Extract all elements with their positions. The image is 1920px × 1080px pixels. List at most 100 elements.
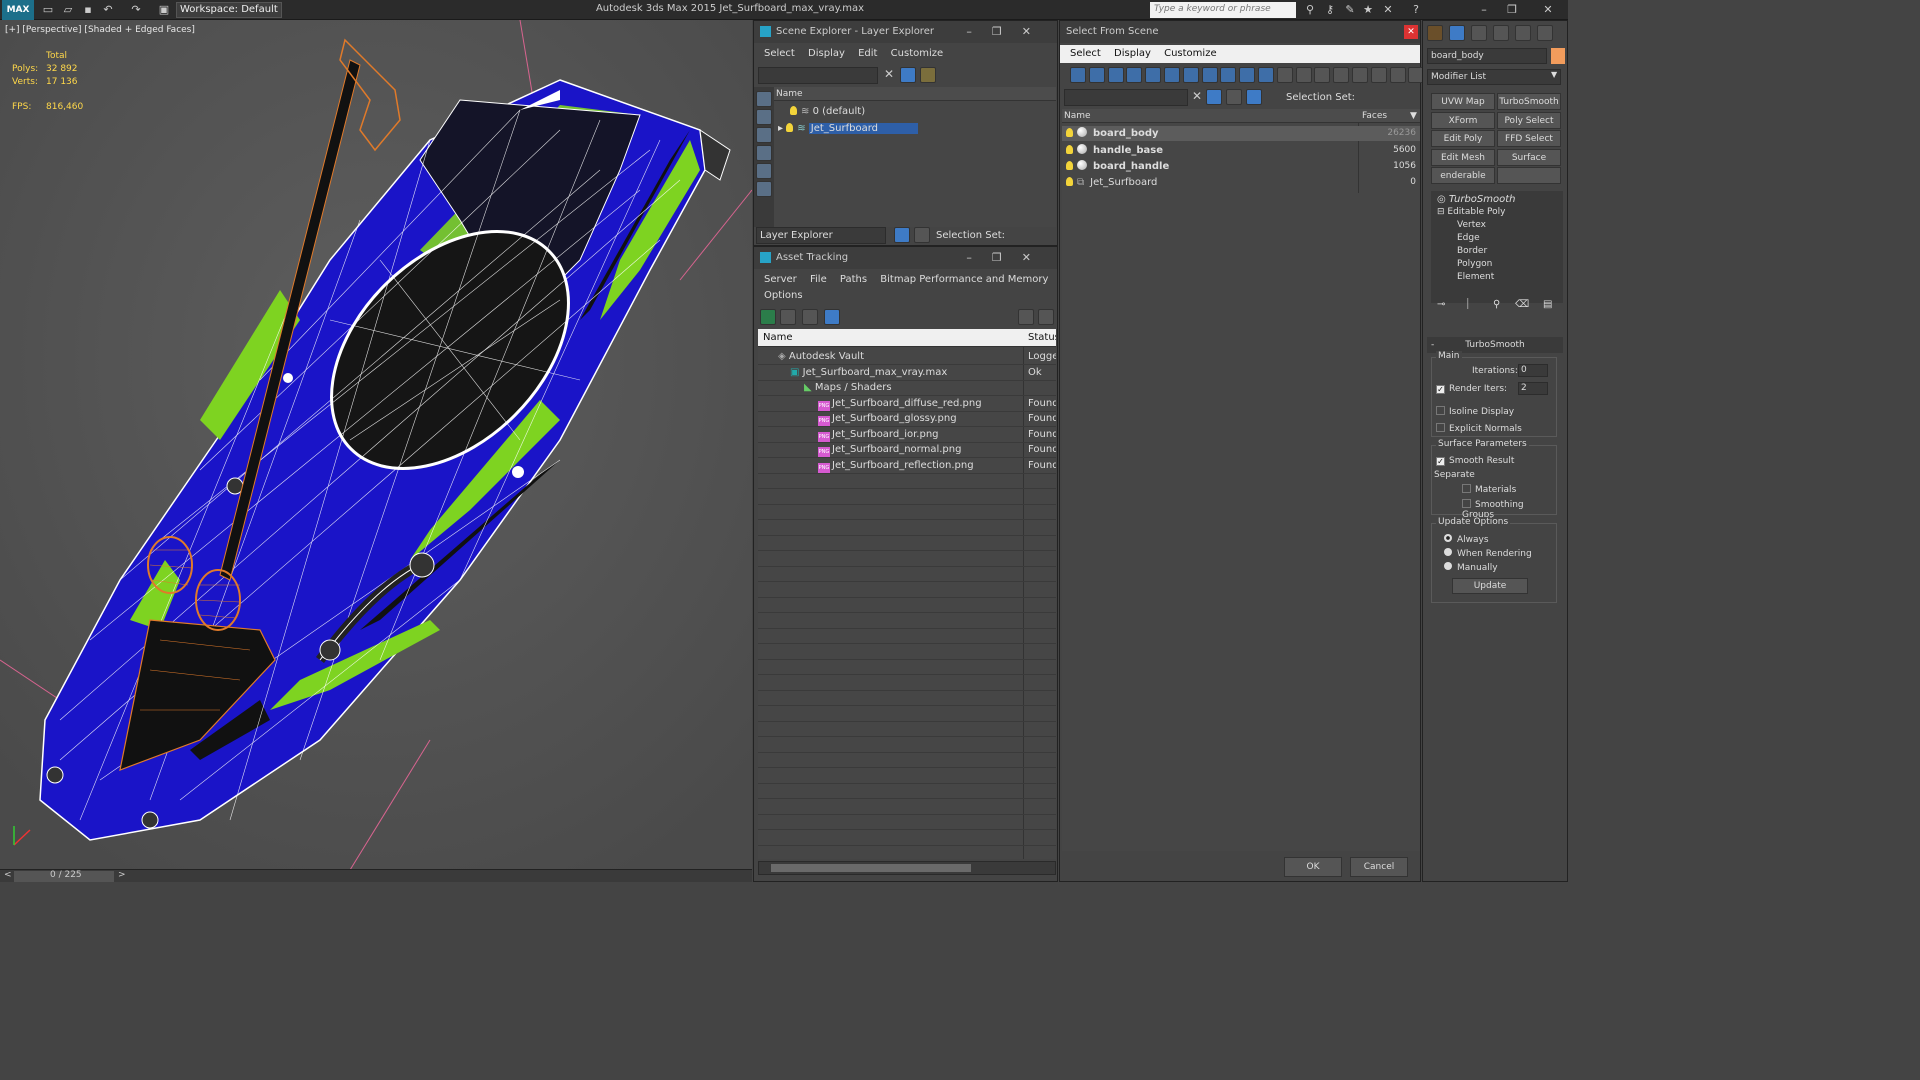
at-menu-server[interactable]: Server [764,274,797,285]
rollout-collapse-icon[interactable]: - [1431,337,1434,353]
at-col-status[interactable]: Status [1028,329,1056,347]
stack-element[interactable]: Element [1431,270,1563,285]
sfs-filter-icon-3[interactable] [1107,67,1124,83]
cancel-button[interactable]: Cancel [1350,857,1408,877]
pin-stack-icon[interactable]: ⊸ [1437,299,1445,310]
sfs-row-board-handle[interactable]: board_handle 1056 [1062,159,1420,174]
help-icon[interactable]: ? [1408,2,1424,17]
se-layer-icon[interactable] [920,67,936,83]
dropdown-arrow-icon[interactable]: ▼ [1551,70,1557,79]
always-radio[interactable]: Always [1444,534,1489,545]
close-icon[interactable]: ✕ [1540,2,1556,17]
star-icon[interactable]: ★ [1360,2,1376,17]
scene-explorer-window-buttons[interactable]: –❐✕ [966,25,1051,38]
sfs-col-name[interactable]: Name [1064,109,1091,123]
isoline-checkbox[interactable]: Isoline Display [1436,406,1514,417]
collapse-icon[interactable]: ⊟ [1437,207,1447,217]
exchange-icon[interactable]: ✕ [1380,2,1396,17]
sfs-filter-icon-14[interactable] [1314,67,1331,83]
expand-icon[interactable]: ▸ [778,123,786,134]
materials-checkbox[interactable]: Materials [1462,484,1516,495]
se-tool-icon-4[interactable] [756,145,772,161]
modify-tab-icon[interactable] [1449,25,1465,41]
modifier-button-10[interactable] [1497,167,1561,184]
sfs-filter-icon-9[interactable] [1220,67,1237,83]
save-icon[interactable]: ▪ [80,2,96,17]
sfs-row-handle-base[interactable]: handle_base 5600 [1062,143,1420,158]
modifier-button-9[interactable]: enderable Splin [1431,167,1495,184]
at-menu-file[interactable]: File [810,274,827,285]
sfs-filter-icon-10[interactable] [1239,67,1256,83]
sfs-filter-icon-13[interactable] [1295,67,1312,83]
se-menu-customize[interactable]: Customize [891,48,944,59]
table-row[interactable]: PNG Jet_Surfboard_ior.png Found [758,427,1056,442]
se-menu-select[interactable]: Select [764,48,795,59]
at-help-icon[interactable] [1018,309,1034,325]
se-tool-icon-3[interactable] [756,127,772,143]
se-filter-icon[interactable] [900,67,916,83]
se-col-name[interactable]: Name [774,87,1056,101]
utilities-tab-icon[interactable] [1537,25,1553,41]
sfs-row-jet-surfboard[interactable]: ⧉ Jet_Surfboard 0 [1062,175,1420,190]
modifier-list-dropdown[interactable]: Modifier List [1427,69,1561,85]
render-iters-checkbox[interactable]: ✓ Render Iters: [1436,384,1507,394]
detail-icon[interactable] [802,309,818,325]
viewport-label[interactable]: [+] [Perspective] [Shaded + Edged Faces] [5,25,195,35]
show-end-result-icon[interactable]: ⏐ [1465,299,1471,310]
make-unique-icon[interactable]: ⚲ [1493,299,1500,310]
sfs-menu-select[interactable]: Select [1070,48,1101,59]
checkbox-icon[interactable]: ✓ [1436,457,1445,466]
se-row-jet-surfboard[interactable]: ▸ ≋ Jet_Surfboard [774,121,1056,136]
sfs-filter-icon-8[interactable] [1201,67,1218,83]
sfs-filter-icon-6[interactable] [1164,67,1180,83]
display-tab-icon[interactable] [1515,25,1531,41]
sfs-search-input[interactable] [1064,89,1188,106]
at-help2-icon[interactable] [1038,309,1054,325]
time-slider[interactable]: < 0 / 225 > [0,869,752,882]
at-menu-paths[interactable]: Paths [840,274,867,285]
se-menu-display[interactable]: Display [808,48,845,59]
table-row[interactable]: PNG Jet_Surfboard_glossy.png Found [758,411,1056,426]
modifier-button-8[interactable]: Surface Select [1497,148,1561,166]
sfs-col-faces[interactable]: Faces [1362,109,1387,123]
sfs-filter-icon-15[interactable] [1333,67,1350,83]
bulb-icon[interactable] [1066,128,1073,137]
configure-sets-icon[interactable]: ▤ [1543,299,1552,310]
table-row[interactable]: PNG Jet_Surfboard_reflection.png Found [758,458,1056,473]
refresh-icon[interactable] [760,309,776,325]
undo-icon[interactable]: ↶ [100,2,116,17]
se-row-default[interactable]: ≋ 0 (default) [774,104,1056,119]
modifier-button-1[interactable]: UVW Map [1431,93,1495,110]
table-row[interactable]: ◈ Autodesk Vault Logge [758,349,1056,364]
modifier-button-6[interactable]: FFD Select [1497,130,1561,147]
sfs-menu-customize[interactable]: Customize [1164,48,1217,59]
manually-radio[interactable]: Manually [1444,562,1498,573]
sfs-filter-icon-1[interactable] [1070,67,1086,83]
checkbox-icon[interactable] [1436,423,1445,432]
sfs-filter-icon-16[interactable] [1352,67,1368,83]
explicit-normals-checkbox[interactable]: Explicit Normals [1436,423,1522,434]
at-col-name[interactable]: Name [763,329,793,347]
sfs-filter-icon-18[interactable] [1389,67,1406,83]
modifier-button-4[interactable]: Poly Select [1497,111,1561,129]
se-tool-icon-6[interactable] [756,181,772,197]
sfs-hierarchy-icon[interactable] [1246,89,1262,105]
sfs-filter-icon-7[interactable] [1182,67,1199,83]
remove-modifier-icon[interactable]: ⌫ [1515,299,1529,310]
sfs-filter-icon-12[interactable] [1276,67,1293,83]
sfs-filter-icon-11[interactable] [1258,67,1274,83]
se-tool-icon-1[interactable] [756,91,772,107]
minimize-icon[interactable]: – [1476,2,1492,17]
iterations-spinner[interactable]: 0 [1518,364,1548,377]
table-row[interactable]: ◣ Maps / Shaders [758,380,1056,395]
checkbox-icon[interactable]: ✓ [1436,385,1445,394]
checkbox-icon[interactable] [1462,499,1471,508]
bulb-icon[interactable] [786,123,794,132]
hierarchy-tab-icon[interactable] [1471,25,1487,41]
se-tool-icon-5[interactable] [756,163,772,179]
redo-icon[interactable]: ↷ [128,2,144,17]
when-rendering-radio[interactable]: When Rendering [1444,548,1532,559]
perspective-viewport[interactable]: [+] [Perspective] [Shaded + Edged Faces]… [0,20,752,870]
at-scroll-thumb[interactable] [771,864,971,872]
radio-icon[interactable] [1444,534,1452,542]
